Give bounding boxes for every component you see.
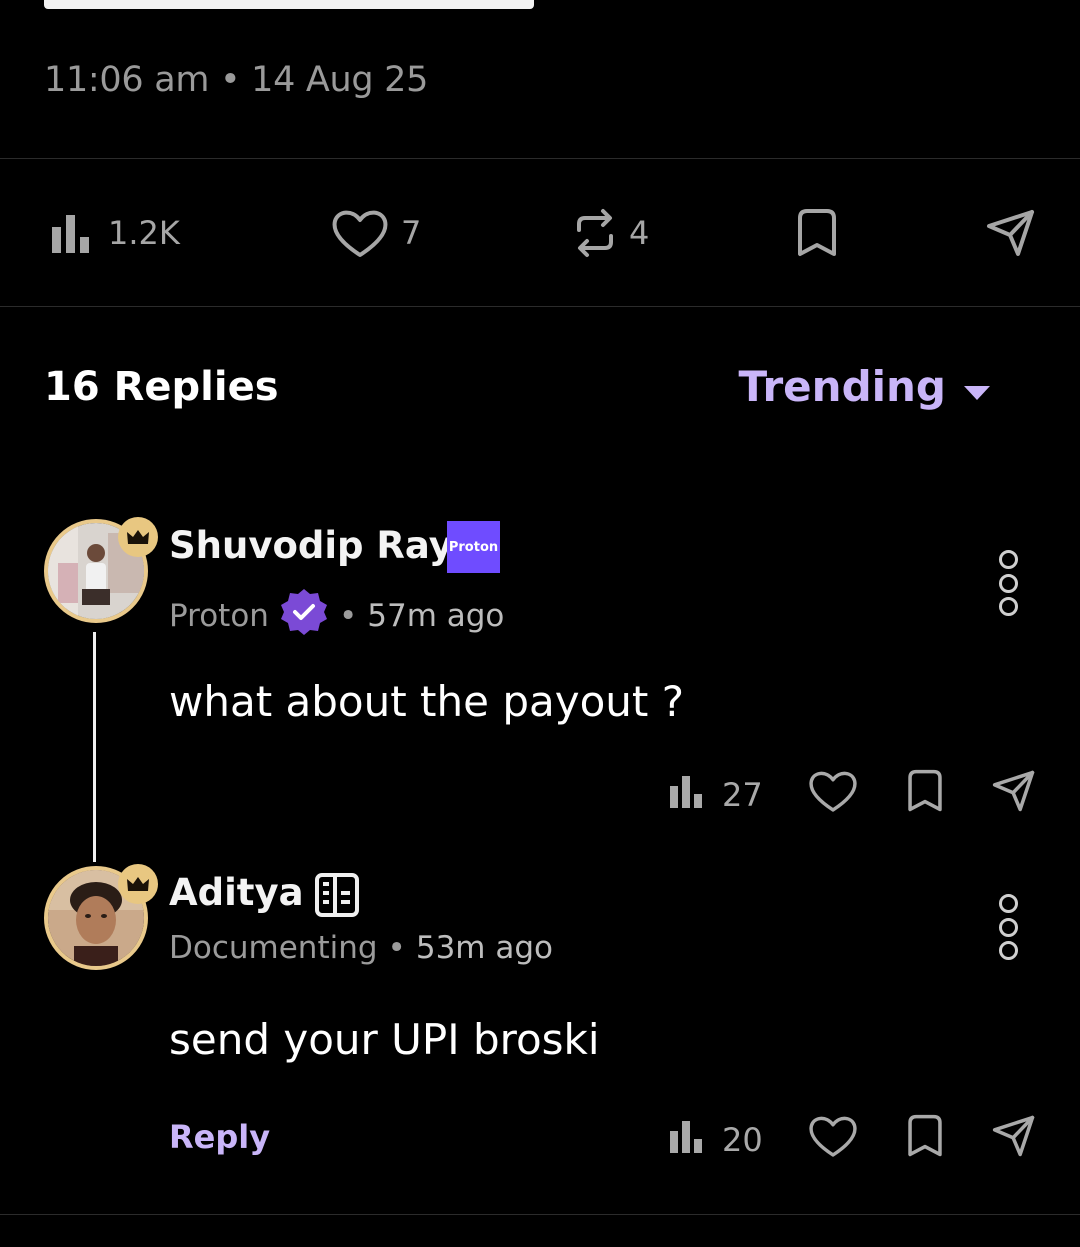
bookmark-icon <box>796 208 838 258</box>
reposts-count: 4 <box>629 214 650 252</box>
comment-username[interactable]: Aditya <box>169 871 304 914</box>
post-stats-row: 1.2K 7 4 <box>0 160 1080 306</box>
media-progress-bar <box>44 0 534 9</box>
verified-icon <box>279 587 329 645</box>
thread-connector <box>93 632 96 862</box>
like-button[interactable]: 7 <box>331 160 421 306</box>
comment-avatar[interactable] <box>44 864 158 970</box>
bookmark-button[interactable] <box>796 160 838 306</box>
replies-count-heading: 16 Replies <box>44 364 279 410</box>
repost-button[interactable]: 4 <box>573 160 649 306</box>
comment-share-button[interactable] <box>992 1110 1036 1170</box>
meta-separator: • <box>387 930 406 966</box>
more-options-button[interactable] <box>998 550 1018 616</box>
heart-icon <box>331 207 389 259</box>
comment-username[interactable]: Shuvodip Ray <box>169 524 453 567</box>
bar-chart-icon <box>52 213 96 253</box>
comment-like-button[interactable] <box>808 1110 858 1170</box>
likes-count: 7 <box>401 214 422 252</box>
bar-chart-icon <box>670 774 708 816</box>
post-timestamp: 11:06 am • 14 Aug 25 <box>44 60 429 100</box>
comment-bookmark-button[interactable] <box>906 765 944 825</box>
comment-time: 53m ago <box>415 930 553 966</box>
bookmark-icon <box>906 1114 944 1166</box>
post-detail-page: 11:06 am • 14 Aug 25 1.2K 7 4 16 Replies… <box>0 0 1080 1247</box>
views-count: 1.2K <box>108 214 180 252</box>
share-button[interactable] <box>986 160 1036 306</box>
building-icon <box>314 872 360 922</box>
divider <box>0 1214 1080 1215</box>
caret-down-icon <box>964 362 990 411</box>
send-icon <box>992 1114 1036 1166</box>
crown-icon <box>118 864 158 904</box>
send-icon <box>992 769 1036 821</box>
comment-text: what about the payout ? <box>169 677 685 726</box>
comment-text: send your UPI broski <box>169 1015 600 1064</box>
repost-icon <box>573 208 617 258</box>
comment-meta: Documenting • 53m ago <box>169 930 553 966</box>
comment-actions: 27 <box>0 765 1080 825</box>
bookmark-icon <box>906 769 944 821</box>
crown-icon <box>118 517 158 557</box>
bar-chart-icon <box>670 1119 708 1161</box>
comment-like-button[interactable] <box>808 765 858 825</box>
sort-dropdown[interactable]: Trending <box>738 362 990 411</box>
comment-bookmark-button[interactable] <box>906 1110 944 1170</box>
heart-icon <box>808 768 858 822</box>
send-icon <box>986 208 1036 258</box>
more-options-button[interactable] <box>998 894 1018 960</box>
comment-views[interactable]: 20 <box>670 1110 763 1170</box>
comment-org: Documenting <box>169 930 378 966</box>
comment-share-button[interactable] <box>992 765 1036 825</box>
comment-views-count: 27 <box>722 776 763 814</box>
comment-views[interactable]: 27 <box>670 765 763 825</box>
comment-views-count: 20 <box>722 1121 763 1159</box>
comment-actions: 20 <box>0 1110 1080 1170</box>
comment-meta: Proton • 57m ago <box>169 587 504 645</box>
divider <box>0 306 1080 307</box>
divider <box>0 158 1080 159</box>
views-stat[interactable]: 1.2K <box>52 160 180 306</box>
comment-avatar[interactable] <box>44 517 158 623</box>
comment-org: Proton <box>169 598 269 634</box>
sort-label: Trending <box>738 362 946 411</box>
comment-time: 57m ago <box>367 598 505 634</box>
meta-separator: • <box>338 598 358 634</box>
heart-icon <box>808 1113 858 1167</box>
company-badge: Proton <box>447 521 500 573</box>
